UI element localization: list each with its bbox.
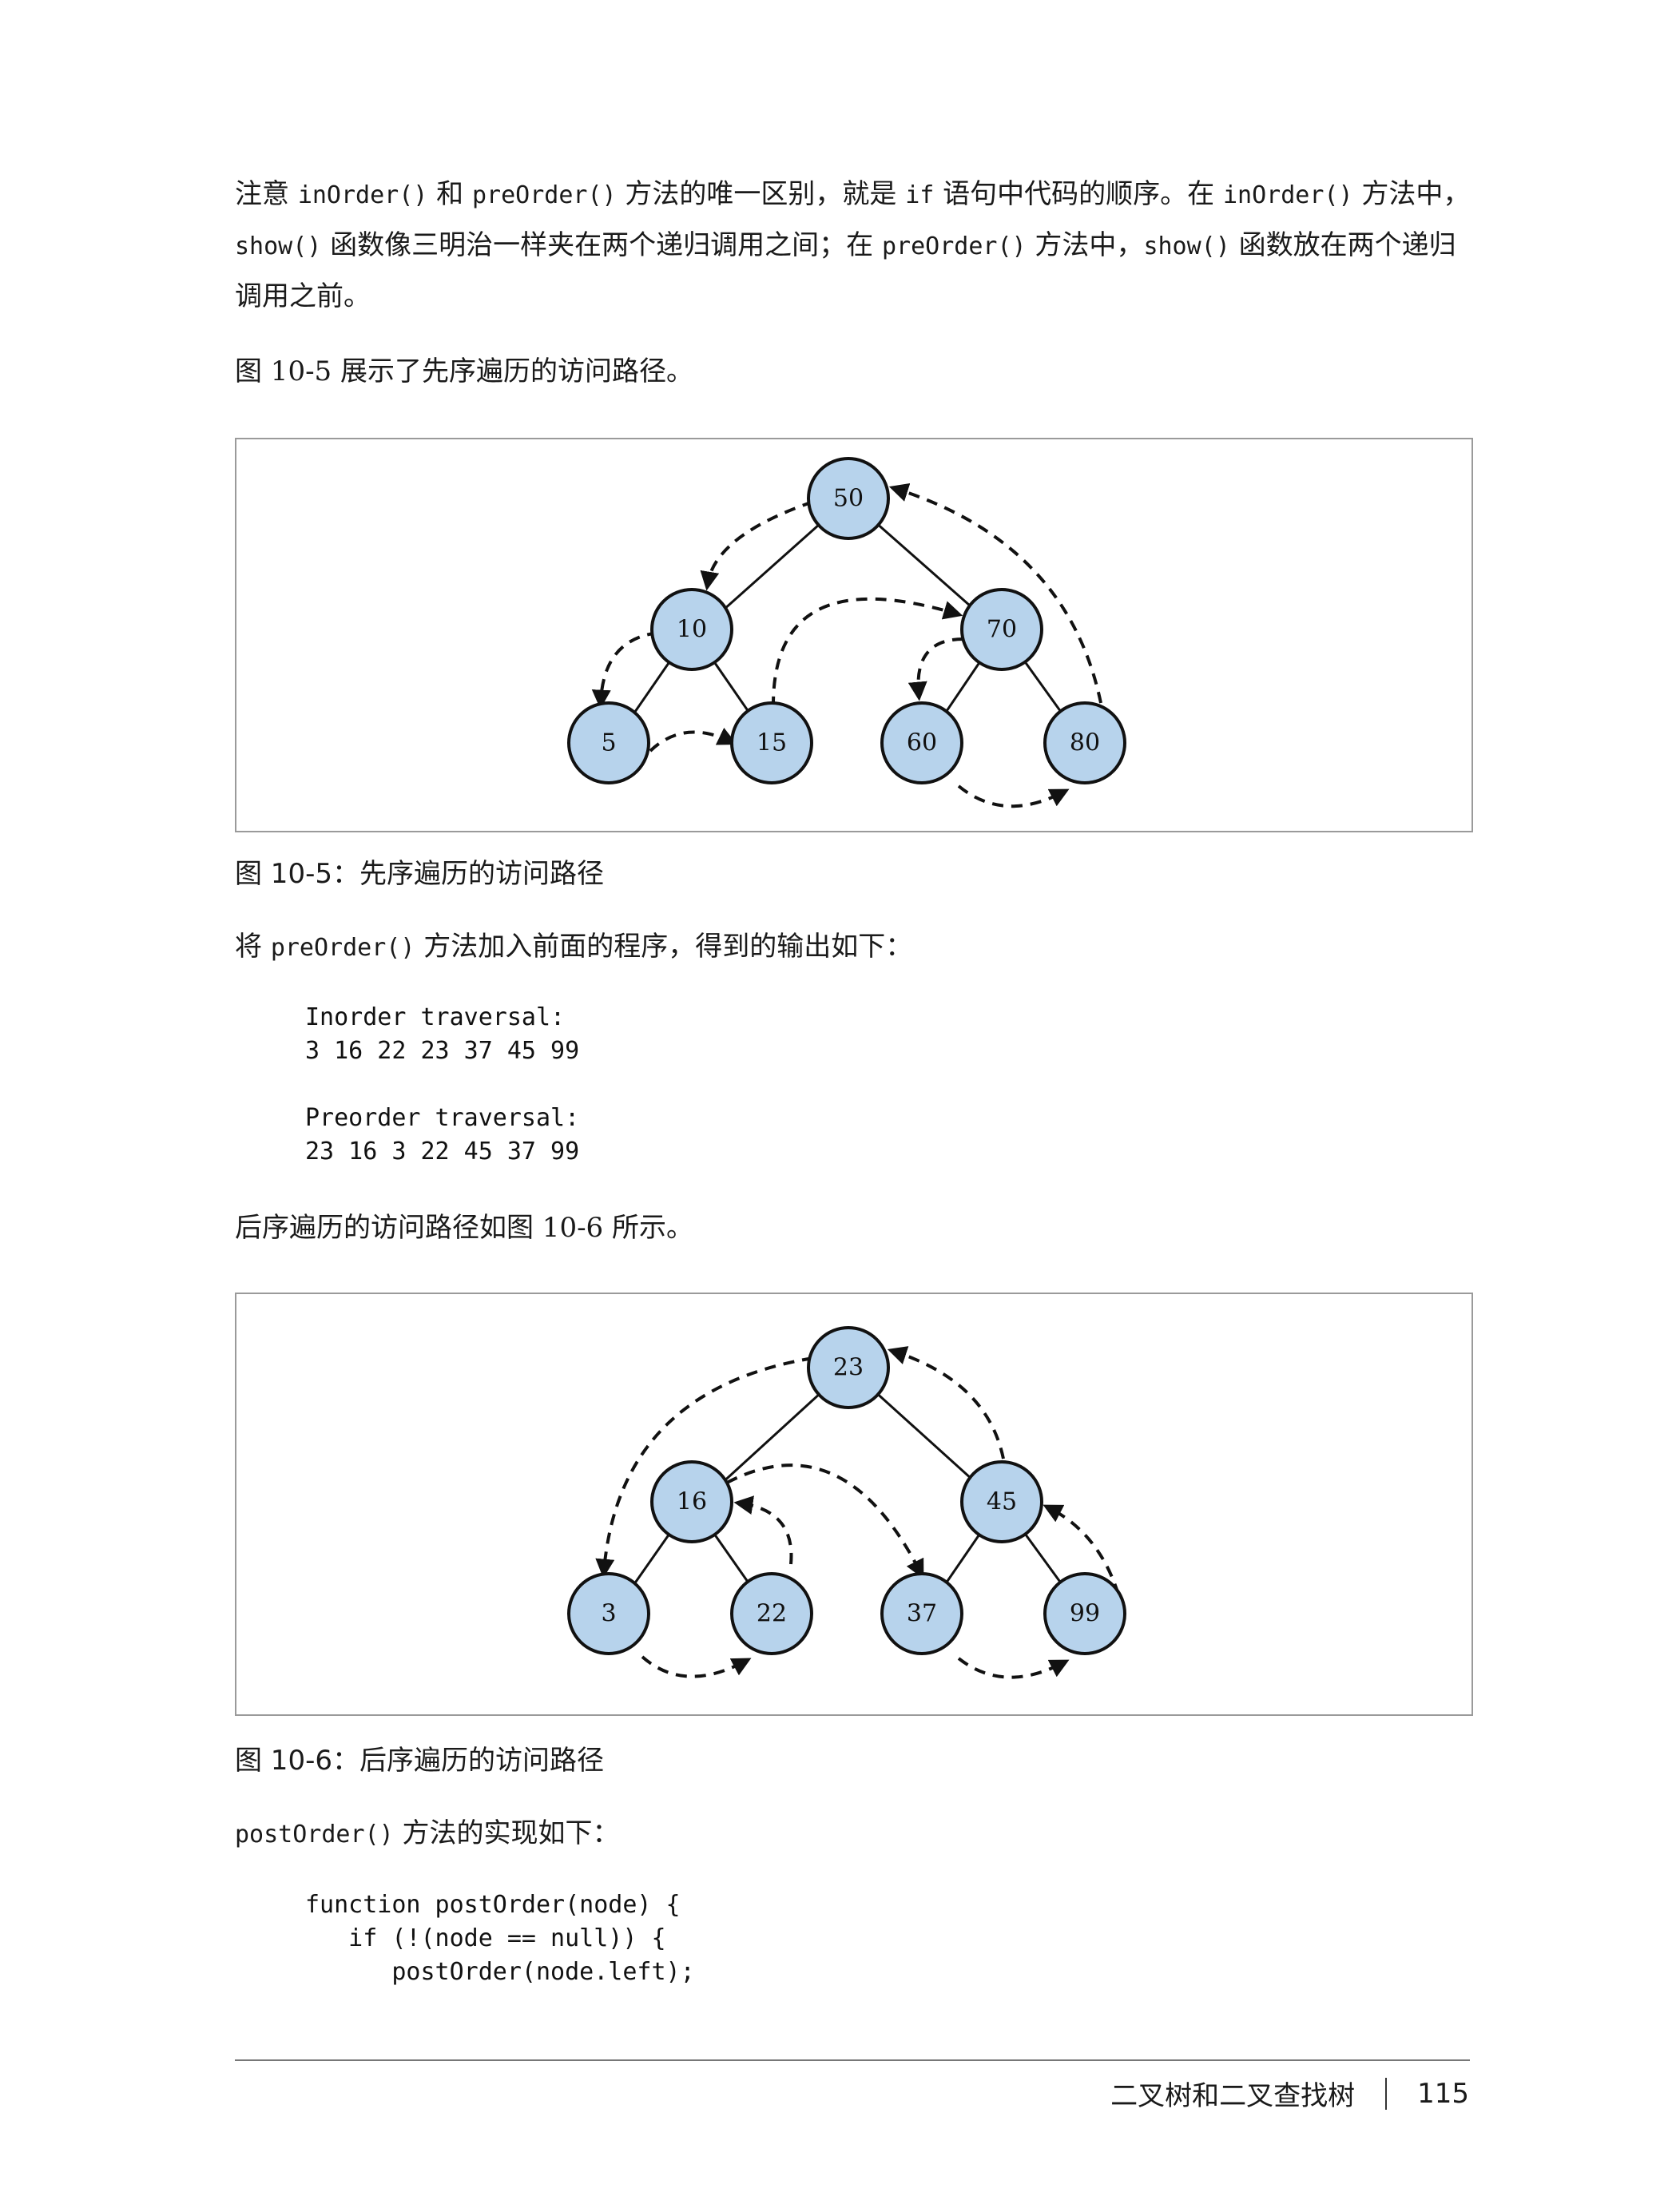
traversal-arrow: [649, 727, 737, 753]
tree-node-label: 80: [1070, 729, 1100, 757]
footer-divider: [235, 2059, 1470, 2061]
tree-node-label: 15: [757, 729, 787, 757]
tree-node-label: 37: [907, 1600, 937, 1628]
tree-node-label: 50: [833, 485, 864, 513]
postorder-tree-diagram: 23 16 45 3 22 37 99: [567, 1326, 1126, 1679]
paragraph-output-intro: 将 preOrder() 方法加入前面的程序，得到的输出如下：: [235, 931, 913, 963]
tree-node-label: 22: [757, 1600, 787, 1628]
tree-node-label: 5: [601, 729, 616, 757]
tree-node-label: 23: [833, 1354, 864, 1382]
traversal-arrow: [957, 1657, 1070, 1679]
chapter-title: 二叉树和二叉查找树: [1110, 2080, 1356, 2112]
traversal-arrow: [887, 1346, 1005, 1459]
traversal-arrow: [733, 1495, 793, 1565]
tree-node-label: 45: [987, 1488, 1017, 1516]
paragraph-postorder-intro: 后序遍历的访问路径如图 10-6 所示。: [235, 1212, 693, 1244]
tree-node-label: 99: [1070, 1600, 1100, 1628]
page-footer: 二叉树和二叉查找树 115: [1110, 2074, 1469, 2113]
output-code-block: Inorder traversal: 3 16 22 23 37 45 99 P…: [305, 1003, 580, 1166]
tree-node-label: 10: [677, 616, 707, 644]
preorder-tree-diagram: 50 10 70 5 15 60 80: [567, 457, 1126, 808]
paragraph-figure-intro: 图 10-5 展示了先序遍历的访问路径。: [235, 355, 693, 387]
paragraph-inorder-preorder-difference: 注意 inOrder() 和 preOrder() 方法的唯一区别，就是 if …: [235, 178, 1471, 312]
figure-preorder-tree: 50 10 70 5 15 60 80: [235, 438, 1473, 832]
traversal-arrow: [908, 637, 964, 701]
figure-postorder-tree: 23 16 45 3 22 37 99: [235, 1293, 1473, 1716]
tree-node-label: 3: [601, 1600, 616, 1628]
traversal-arrow: [641, 1655, 752, 1678]
traversal-arrow: [957, 784, 1070, 808]
footer-separator: [1385, 2077, 1388, 2110]
tree-node-label: 60: [907, 729, 937, 757]
paragraph-postorder-impl: postOrder() 方法的实现如下：: [235, 1817, 620, 1849]
page-number: 115: [1417, 2077, 1469, 2110]
tree-node-label: 16: [677, 1488, 707, 1516]
function-code-block: function postOrder(node) { if (!(node ==…: [305, 1891, 695, 1986]
figure-caption: 图 10-5：先序遍历的访问路径: [235, 858, 604, 890]
figure-caption: 图 10-6：后序遍历的访问路径: [235, 1745, 604, 1777]
traversal-arrow: [726, 1463, 924, 1579]
tree-node-label: 70: [987, 616, 1017, 644]
